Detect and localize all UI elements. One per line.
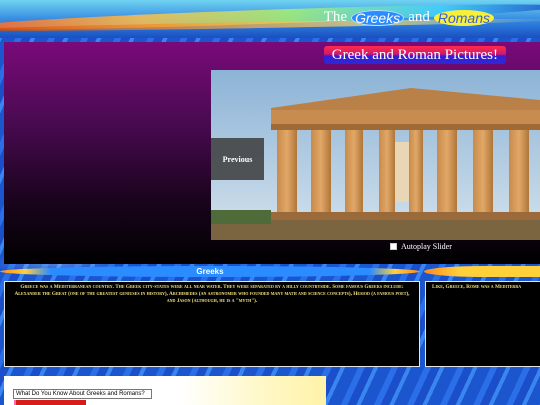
title-greeks: Greeks [351,9,405,26]
previous-button[interactable]: Previous [211,138,264,180]
slider-title: Greek and Roman Pictures! [323,46,506,64]
title-romans: Romans [433,9,494,26]
greeks-heading: Greeks [0,266,420,277]
quiz-section: What Do You Know About Greeks and Romans… [4,376,326,405]
autoplay-toggle[interactable]: Autoplay Slider [390,242,452,251]
romans-heading-bar [424,266,540,277]
site-header: The Greeks and Romans [0,0,540,38]
autoplay-label: Autoplay Slider [401,242,452,251]
romans-text-box: Like, Greece, Rome was a Mediterra [425,281,540,367]
greeks-text: Greece was a Mediterranean country. The … [14,284,410,304]
slider-panel: Greek and Roman Pictures! Previous Autop… [4,42,540,264]
quiz-answer-bar[interactable] [14,400,86,405]
title-and: and [408,9,430,25]
greeks-text-box: Greece was a Mediterranean country. The … [4,281,420,367]
romans-text: Like, Greece, Rome was a Mediterra [432,284,522,290]
quiz-question-field[interactable]: What Do You Know About Greeks and Romans… [13,389,152,399]
title-prefix: The [323,9,348,25]
site-title: The Greeks and Romans [324,9,494,26]
autoplay-checkbox[interactable] [390,243,397,250]
